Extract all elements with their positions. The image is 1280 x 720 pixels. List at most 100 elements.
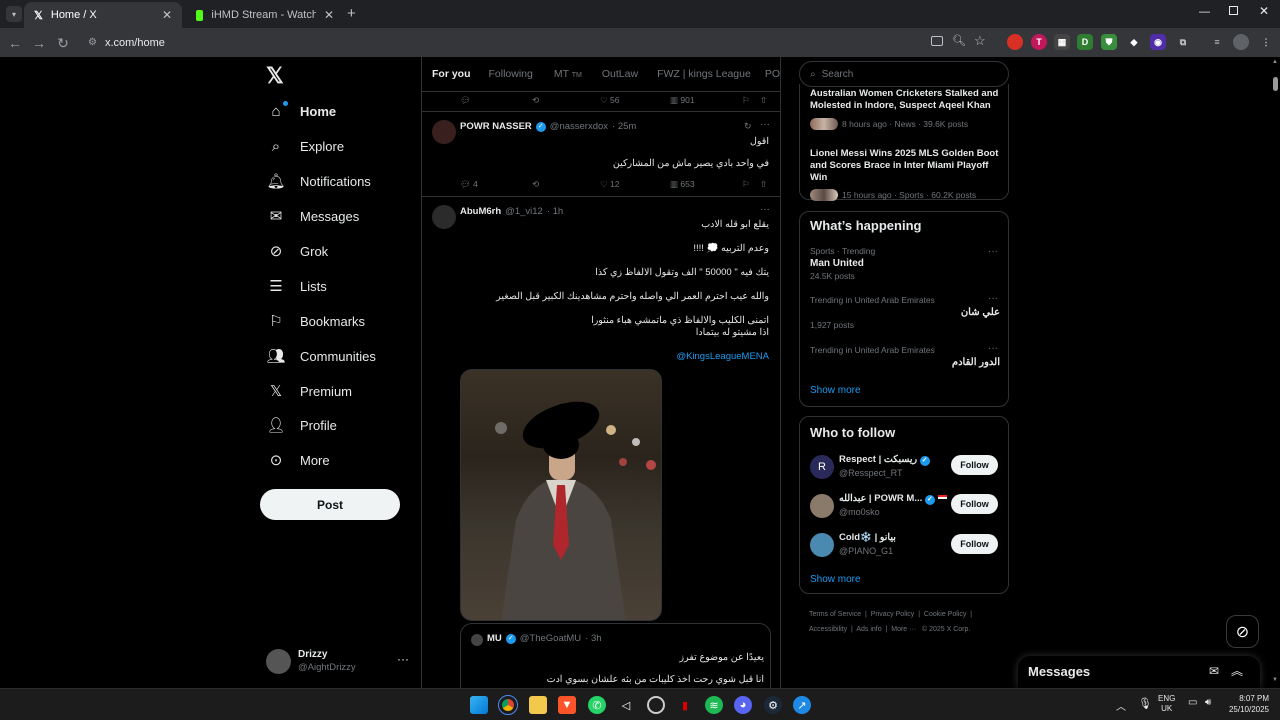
- sidebar-item-messages[interactable]: ✉ Messages: [266, 201, 360, 231]
- tab-mt[interactable]: MT TM: [554, 68, 582, 80]
- reply-icon[interactable]: 💬︎: [460, 95, 471, 106]
- footer-link[interactable]: Cookie Policy: [924, 611, 966, 618]
- discord-icon[interactable]: ◕: [734, 696, 752, 714]
- maximize-icon[interactable]: [1229, 6, 1238, 15]
- app-blue-icon[interactable]: ↗: [793, 696, 811, 714]
- extension-red-icon[interactable]: [1007, 34, 1023, 50]
- close-tab-icon[interactable]: ✕: [324, 8, 334, 22]
- tab-list-icon[interactable]: ▾: [6, 6, 22, 22]
- extension-diamond-icon[interactable]: ◆: [1126, 34, 1142, 50]
- grok-floating-button[interactable]: ⊘: [1226, 615, 1259, 648]
- share-icon[interactable]: ⇧: [760, 95, 767, 106]
- follow-button[interactable]: Follow: [951, 534, 998, 554]
- messages-drawer[interactable]: Messages ✉ ︽: [1018, 656, 1260, 688]
- new-message-icon[interactable]: ✉: [1209, 664, 1219, 678]
- tweet-image[interactable]: [460, 369, 662, 621]
- news-item[interactable]: Lionel Messi Wins 2025 MLS Golden Boot a…: [810, 148, 1000, 201]
- view-count[interactable]: ▥ 901: [670, 95, 695, 106]
- share-icon[interactable]: ⇧: [760, 179, 767, 190]
- sidebar-item-lists[interactable]: ☰ Lists: [266, 271, 326, 301]
- spotify-icon[interactable]: ≋: [705, 696, 723, 714]
- author-handle[interactable]: @1_vi12: [505, 206, 543, 217]
- retweet-icon[interactable]: ⟲: [532, 179, 539, 190]
- tab-fwz[interactable]: FWZ | kings League: [657, 68, 751, 80]
- scrollbar-thumb[interactable]: [1273, 77, 1278, 91]
- tab-kick-stream[interactable]: iHMD Stream - Watch Live on K ✕: [186, 2, 344, 28]
- address-bar[interactable]: ⚙ x.com/home: [78, 31, 998, 54]
- sidebar-item-notifications[interactable]: 🔔︎ Notifications: [266, 166, 370, 196]
- reload-icon[interactable]: ↻: [52, 32, 74, 54]
- sidebar-item-premium[interactable]: 𝕏 Premium: [266, 376, 352, 406]
- file-explorer-icon[interactable]: [529, 696, 547, 714]
- follow-button[interactable]: Follow: [951, 455, 998, 475]
- tray-chevron-icon[interactable]: ︿: [1116, 698, 1126, 713]
- back-icon[interactable]: ←: [4, 32, 26, 54]
- page-scrollbar[interactable]: ▲ ▼: [1270, 57, 1280, 688]
- sidebar-item-explore[interactable]: ⌕ Explore: [266, 131, 344, 161]
- app-red-icon[interactable]: ▮: [676, 696, 694, 714]
- trend-item[interactable]: Sports · Trending Man United 24.5K posts…: [810, 246, 1000, 286]
- forward-icon[interactable]: →: [28, 32, 50, 54]
- more-dots-icon[interactable]: ···: [397, 652, 409, 666]
- footer-link[interactable]: Terms of Service: [809, 611, 861, 618]
- post-button[interactable]: Post: [260, 489, 400, 520]
- show-more-link[interactable]: Show more: [810, 574, 861, 585]
- more-dots-icon[interactable]: ···: [760, 204, 770, 215]
- minimize-icon[interactable]: —: [1199, 6, 1210, 18]
- like-count[interactable]: ♡ 12: [600, 179, 619, 190]
- extension-pink-icon[interactable]: T: [1031, 34, 1047, 50]
- profile-avatar-icon[interactable]: [1233, 34, 1249, 50]
- microphone-icon[interactable]: 🎙︎: [1138, 697, 1152, 710]
- like-count[interactable]: ♡ 56: [600, 95, 619, 106]
- obs-icon[interactable]: [647, 696, 665, 714]
- trend-item[interactable]: Trending in United Arab Emirates علي شان…: [810, 293, 1000, 335]
- tab-home-x[interactable]: 𝕏 Home / X ✕: [24, 2, 182, 28]
- network-icon[interactable]: ▭: [1188, 697, 1197, 708]
- bookmark-star-icon[interactable]: ☆: [974, 33, 986, 49]
- clock[interactable]: 8:07 PM 25/10/2025: [1225, 693, 1269, 715]
- expand-icon[interactable]: ︽: [1231, 662, 1243, 679]
- scrollbar-down-icon[interactable]: ▼: [1272, 677, 1278, 683]
- extension-grid-icon[interactable]: ▦: [1054, 34, 1070, 50]
- view-count[interactable]: ▥ 653: [670, 179, 695, 190]
- tweet-time[interactable]: · 25m: [612, 121, 636, 132]
- author-handle[interactable]: @nasserxdox: [550, 121, 608, 132]
- tab-for-you[interactable]: For you: [432, 68, 471, 80]
- reading-list-icon[interactable]: ≡: [1209, 34, 1225, 50]
- volume-icon[interactable]: 🔊︎: [1205, 697, 1211, 708]
- tab-powr[interactable]: POWR | ور: [765, 68, 780, 80]
- x-logo-icon[interactable]: 𝕏: [266, 63, 284, 89]
- sidebar-item-bookmarks[interactable]: ⚐ Bookmarks: [266, 306, 365, 336]
- chrome-icon[interactable]: [498, 695, 518, 715]
- steam-icon[interactable]: ⚙: [764, 696, 782, 714]
- sidebar-item-grok[interactable]: ⊘ Grok: [266, 236, 328, 266]
- extensions-puzzle-icon[interactable]: ⧉: [1175, 34, 1191, 50]
- show-more-link[interactable]: Show more: [810, 385, 861, 396]
- trend-item[interactable]: Trending in United Arab Emirates الدور ا…: [810, 343, 1000, 375]
- author-name[interactable]: AbuM6rh: [460, 206, 501, 217]
- windows-start-icon[interactable]: [470, 696, 488, 714]
- tab-following[interactable]: Following: [489, 68, 533, 80]
- tweet-time[interactable]: · 3h: [585, 633, 601, 644]
- more-dots-icon[interactable]: ···: [760, 119, 770, 130]
- whatsapp-icon[interactable]: ✆: [588, 696, 606, 714]
- follow-button[interactable]: Follow: [951, 494, 998, 514]
- scrollbar-up-icon[interactable]: ▲: [1272, 59, 1278, 65]
- sidebar-item-home[interactable]: ⌂ Home: [266, 96, 336, 126]
- reply-count[interactable]: 💬︎ 4: [460, 179, 478, 190]
- grok-analyze-icon[interactable]: ↻: [744, 121, 752, 132]
- tab-outlaw[interactable]: OutLaw: [602, 68, 638, 80]
- extension-d-icon[interactable]: D: [1077, 34, 1093, 50]
- mention-link[interactable]: @KingsLeagueMENA: [676, 351, 769, 362]
- author-name[interactable]: POWR NASSER: [460, 121, 532, 132]
- author-name[interactable]: MU: [487, 633, 502, 644]
- quoted-tweet[interactable]: MU ✓ @TheGoatMU · 3h يعيدًا عن موضوع تفر…: [460, 623, 771, 688]
- extension-eye-icon[interactable]: ◉: [1150, 34, 1166, 50]
- footer-link[interactable]: Accessibility: [809, 626, 847, 633]
- zoom-icon[interactable]: 🔍︎: [952, 34, 966, 47]
- capcut-icon[interactable]: ◁: [617, 696, 635, 714]
- bookmark-icon[interactable]: ⚐: [742, 95, 750, 106]
- close-window-icon[interactable]: ✕: [1259, 4, 1269, 18]
- footer-link[interactable]: Privacy Policy: [871, 611, 915, 618]
- tweet-time[interactable]: · 1h: [547, 206, 563, 217]
